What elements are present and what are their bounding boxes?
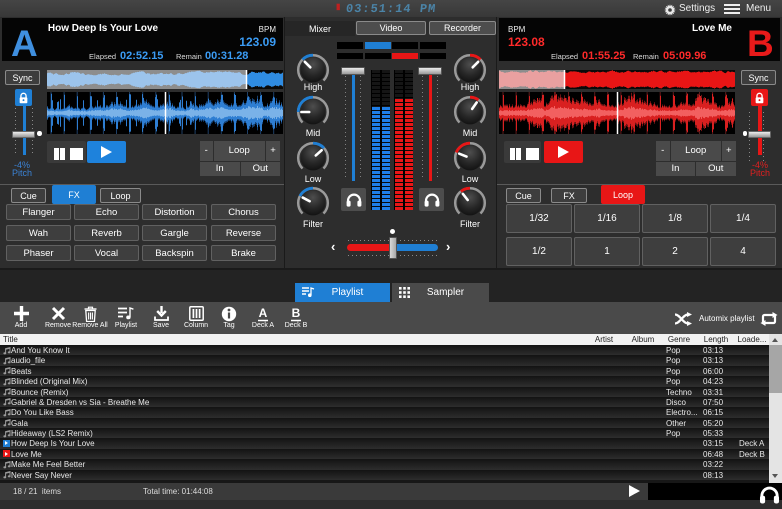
svg-text:B: B [292,306,301,320]
svg-text:A: A [259,306,268,320]
